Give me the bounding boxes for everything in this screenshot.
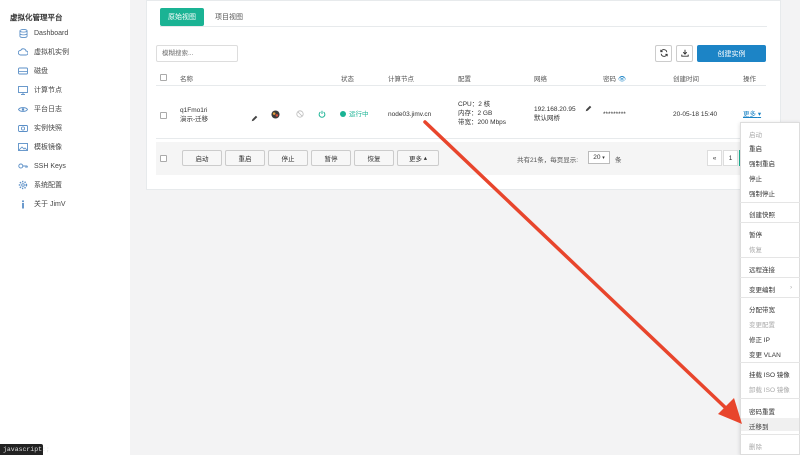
annotation-arrow [423,120,742,424]
browser-status-bar: javascript:; [0,444,50,455]
